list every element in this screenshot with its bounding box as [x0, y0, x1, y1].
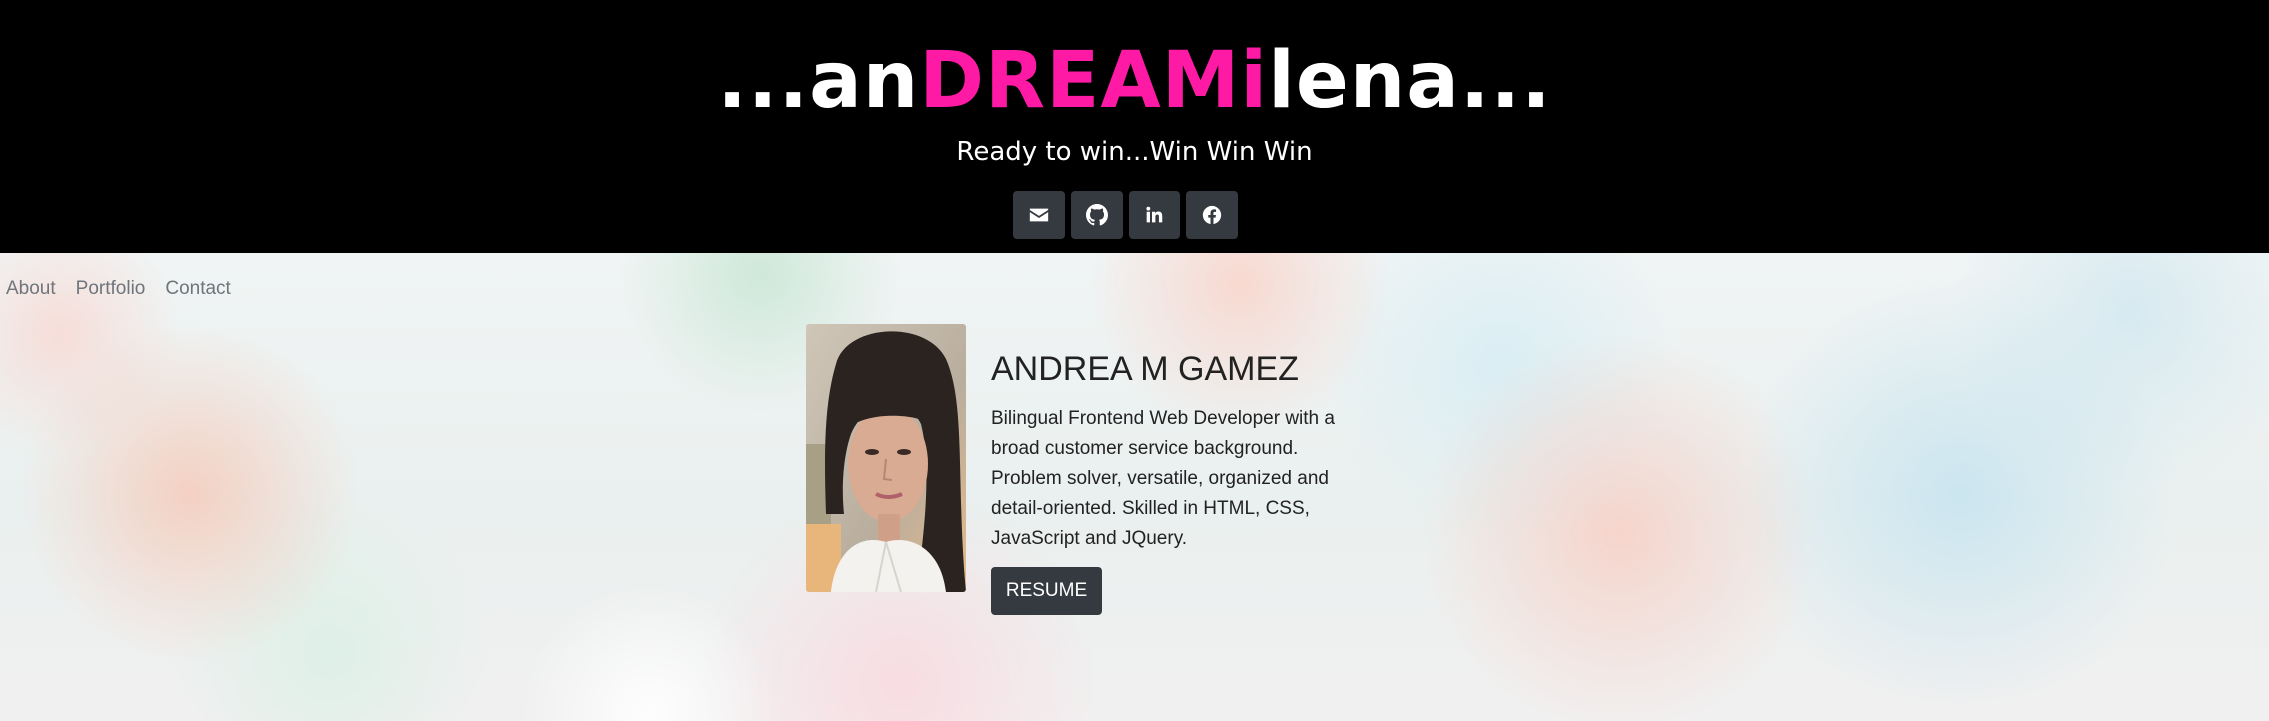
- tagline: Ready to win...Win Win Win: [956, 137, 1313, 167]
- nav-about[interactable]: About: [6, 277, 56, 301]
- main-section: About Portfolio Contact ANDREA M GAMEZ B…: [0, 253, 2269, 721]
- site-title: ...anDREAMilena...: [0, 36, 2269, 126]
- nav-portfolio[interactable]: Portfolio: [76, 277, 146, 301]
- resume-button[interactable]: RESUME: [991, 567, 1102, 615]
- main-nav: About Portfolio Contact: [6, 277, 231, 301]
- email-button[interactable]: [1013, 191, 1065, 239]
- brand-prefix: ...an: [717, 36, 920, 126]
- social-links: [1013, 191, 1238, 239]
- brand-suffix: lena...: [1268, 36, 1552, 126]
- profile-photo: [806, 324, 966, 592]
- profile-card: ANDREA M GAMEZ Bilingual Frontend Web De…: [991, 349, 1361, 615]
- facebook-icon: [1202, 205, 1222, 225]
- facebook-button[interactable]: [1186, 191, 1238, 239]
- linkedin-icon: [1146, 206, 1163, 223]
- profile-bio: Bilingual Frontend Web Developer with a …: [991, 408, 1335, 549]
- profile-name: ANDREA M GAMEZ: [991, 350, 1299, 388]
- linkedin-button[interactable]: [1128, 191, 1181, 239]
- github-button[interactable]: [1070, 191, 1123, 239]
- header: ...anDREAMilena... Ready to win...Win Wi…: [0, 0, 2269, 253]
- nav-contact[interactable]: Contact: [165, 277, 230, 301]
- github-icon: [1085, 204, 1108, 226]
- brand-highlight: DREAMi: [919, 36, 1269, 126]
- envelope-icon: [1029, 208, 1049, 222]
